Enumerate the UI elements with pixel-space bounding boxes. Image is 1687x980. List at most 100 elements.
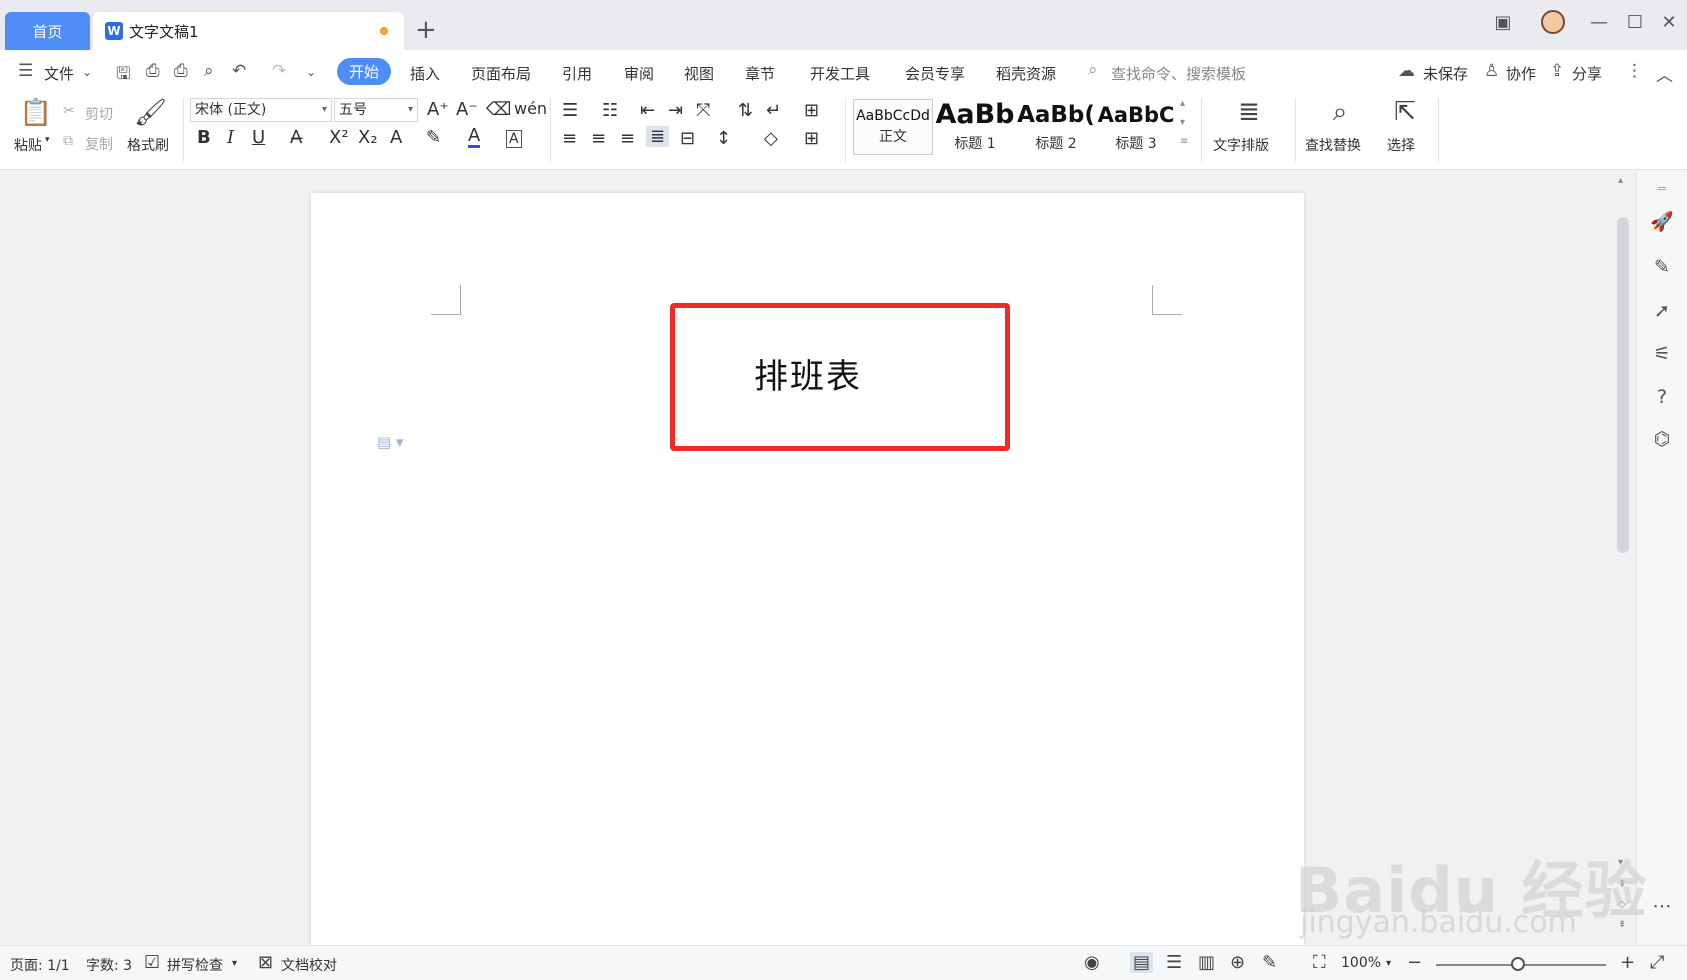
- tab-layout-icon[interactable]: ▣: [1488, 12, 1518, 33]
- minimize-icon[interactable]: —: [1584, 12, 1614, 33]
- borders-icon[interactable]: ⊞: [804, 128, 819, 149]
- tab-member[interactable]: 会员专享: [905, 63, 965, 84]
- font-color-icon[interactable]: A: [468, 127, 481, 148]
- underline-icon[interactable]: U: [252, 127, 265, 148]
- style-scroll-down-icon[interactable]: ▾: [1180, 117, 1185, 128]
- tab-chapter[interactable]: 章节: [745, 63, 775, 84]
- distribute-icon[interactable]: ⊟: [680, 128, 695, 149]
- increase-indent-icon[interactable]: ⇥: [668, 100, 683, 121]
- show-marks-icon[interactable]: ↵: [766, 100, 781, 121]
- export-pdf-icon[interactable]: ⎙: [146, 61, 160, 81]
- chevron-down-icon[interactable]: ▾: [1386, 958, 1391, 969]
- web-view-icon[interactable]: ⊕: [1230, 952, 1245, 973]
- align-right-icon[interactable]: ≡: [620, 128, 635, 149]
- more-dots-icon[interactable]: ⋯: [1649, 893, 1675, 919]
- character-border-icon[interactable]: A: [506, 130, 522, 148]
- sort-icon[interactable]: ⇅: [738, 100, 753, 121]
- highlight-color-icon[interactable]: ✎: [426, 127, 441, 148]
- style-more-icon[interactable]: ≡: [1180, 136, 1188, 147]
- new-tab-button[interactable]: +: [415, 15, 437, 45]
- ruler-icon[interactable]: ⊞: [804, 100, 819, 121]
- pointer-select-icon[interactable]: ➚: [1649, 298, 1675, 324]
- paste-icon[interactable]: 📋: [18, 98, 54, 128]
- collaborate-button[interactable]: 协作: [1506, 63, 1536, 84]
- copy-icon[interactable]: ⧉: [63, 133, 73, 149]
- find-replace-icon[interactable]: ⌕: [1322, 97, 1358, 128]
- chinese-layout-icon[interactable]: ⤧: [696, 100, 710, 121]
- tab-start[interactable]: 开始: [337, 58, 391, 85]
- quick-access-more-icon[interactable]: ⌄: [306, 65, 316, 79]
- line-spacing-icon[interactable]: ↕: [716, 128, 731, 149]
- tab-page-layout[interactable]: 页面布局: [471, 63, 531, 84]
- numbered-list-icon[interactable]: ☷: [602, 100, 618, 121]
- paste-button[interactable]: 粘贴: [14, 135, 42, 155]
- decrease-indent-icon[interactable]: ⇤: [640, 100, 655, 121]
- align-center-icon[interactable]: ≡: [591, 128, 606, 149]
- sidebar-handle-icon[interactable]: ═: [1649, 177, 1675, 203]
- shading-icon[interactable]: ◇: [764, 128, 778, 149]
- style-normal[interactable]: AaBbCcDd 正文: [853, 99, 933, 155]
- print-icon[interactable]: ⎙: [174, 61, 188, 81]
- paragraph-layout-icon[interactable]: ▤ ▾: [377, 433, 403, 451]
- style-heading-2[interactable]: AaBb( 标题 2: [1016, 99, 1096, 155]
- italic-icon[interactable]: I: [227, 127, 234, 148]
- tab-insert[interactable]: 插入: [410, 63, 440, 84]
- user-avatar[interactable]: [1538, 10, 1568, 39]
- command-search-input[interactable]: 查找命令、搜索模板: [1111, 63, 1246, 84]
- style-heading-1[interactable]: AaBb 标题 1: [935, 99, 1015, 155]
- page-view-icon[interactable]: ▤: [1130, 952, 1154, 973]
- tab-review[interactable]: 审阅: [624, 63, 654, 84]
- strikethrough-icon[interactable]: A̶: [290, 127, 302, 148]
- document-page[interactable]: ▤ ▾ 排班表: [311, 193, 1304, 953]
- fit-page-icon[interactable]: ⛶: [1313, 952, 1326, 973]
- print-preview-icon[interactable]: ⌕: [204, 61, 214, 81]
- help-icon[interactable]: ?: [1649, 384, 1675, 410]
- tab-developer[interactable]: 开发工具: [810, 63, 870, 84]
- home-tab[interactable]: 首页: [5, 12, 90, 50]
- collapse-ribbon-icon[interactable]: ︿: [1656, 61, 1673, 86]
- style-scroll-up-icon[interactable]: ▴: [1180, 98, 1185, 109]
- chevron-down-icon[interactable]: ⌄: [82, 65, 92, 79]
- align-left-icon[interactable]: ≡: [562, 128, 577, 149]
- fullscreen-icon[interactable]: ⤢: [1650, 952, 1664, 973]
- tab-references[interactable]: 引用: [562, 63, 592, 84]
- zoom-in-icon[interactable]: +: [1620, 952, 1635, 973]
- outline-view-icon[interactable]: ☰: [1166, 952, 1182, 973]
- text-layout-button[interactable]: 文字排版: [1213, 135, 1269, 155]
- tab-view[interactable]: 视图: [684, 63, 714, 84]
- phonetic-guide-icon[interactable]: wén: [514, 99, 547, 118]
- superscript-icon[interactable]: X²: [329, 127, 349, 148]
- undo-icon[interactable]: ↶: [232, 61, 246, 81]
- find-replace-button[interactable]: 查找替换: [1305, 135, 1361, 155]
- settings-sliders-icon[interactable]: ⚟: [1649, 341, 1675, 367]
- paste-dropdown-icon[interactable]: ▾: [45, 135, 50, 145]
- font-size-select[interactable]: 五号 ▾: [334, 98, 418, 122]
- eye-protection-icon[interactable]: ◉: [1084, 952, 1100, 973]
- page-count[interactable]: 页面: 1/1: [10, 955, 70, 975]
- text-effect-icon[interactable]: A: [390, 127, 402, 148]
- more-options-icon[interactable]: ⋮: [1626, 61, 1643, 81]
- redo-icon[interactable]: ↷: [272, 61, 286, 81]
- file-menu[interactable]: 文件: [44, 63, 74, 84]
- font-family-select[interactable]: 宋体 (正文) ▾: [190, 98, 332, 122]
- vertical-scrollbar[interactable]: ▴ ▾ ⇞ ◇ ⇟: [1612, 171, 1636, 945]
- text-layout-icon[interactable]: ≣: [1231, 97, 1267, 127]
- bullet-list-icon[interactable]: ☰: [562, 100, 578, 121]
- select-button[interactable]: 选择: [1387, 135, 1415, 155]
- share-button[interactable]: 分享: [1572, 63, 1602, 84]
- tab-docer-resources[interactable]: 稻壳资源: [996, 63, 1056, 84]
- reading-view-icon[interactable]: ▥: [1198, 952, 1215, 973]
- document-tab[interactable]: W 文字文稿1: [93, 12, 404, 50]
- word-count[interactable]: 字数: 3: [86, 955, 132, 975]
- subscript-icon[interactable]: X₂: [358, 127, 378, 148]
- proofread-button[interactable]: 文档校对: [281, 955, 337, 975]
- shrink-font-icon[interactable]: A⁻: [456, 99, 478, 120]
- zoom-slider-knob[interactable]: [1511, 957, 1525, 971]
- bold-icon[interactable]: B: [197, 127, 211, 148]
- rocket-icon[interactable]: 🚀: [1649, 209, 1675, 235]
- cut-icon[interactable]: ✂: [63, 103, 75, 119]
- spell-check-button[interactable]: 拼写检查: [167, 955, 223, 975]
- maximize-icon[interactable]: ☐: [1620, 12, 1650, 33]
- copy-button[interactable]: 复制: [85, 134, 113, 154]
- zoom-out-icon[interactable]: −: [1407, 952, 1422, 973]
